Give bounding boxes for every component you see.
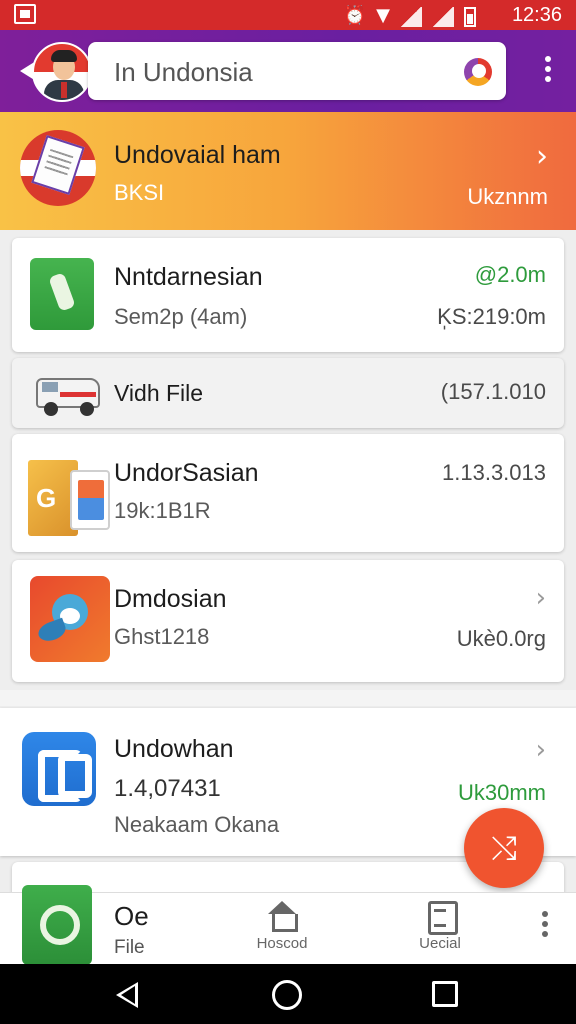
featured-document-icon bbox=[20, 130, 96, 206]
system-navigation-bar bbox=[0, 964, 576, 1024]
bottom-navigation: Oe File Hoscod Uecial bbox=[0, 885, 576, 965]
search-input[interactable]: In Undonsia bbox=[88, 42, 506, 100]
tab-label: Uecial bbox=[419, 935, 461, 952]
tab-home[interactable]: Hoscod bbox=[242, 901, 322, 953]
system-home-icon[interactable] bbox=[272, 980, 302, 1010]
item-meta: Uk30mm bbox=[457, 780, 546, 805]
tab-special[interactable]: Uecial bbox=[400, 901, 480, 953]
list-item[interactable]: Dmdosian Ghst1218 › Ukè0.0rg bbox=[12, 560, 564, 682]
brand-logo-icon bbox=[464, 58, 492, 86]
signal-icon-2 bbox=[432, 7, 454, 27]
system-back-icon[interactable] bbox=[116, 982, 138, 1008]
item-title: Undowhan bbox=[114, 735, 234, 763]
home-icon bbox=[265, 901, 299, 932]
overflow-menu-icon[interactable] bbox=[542, 56, 554, 88]
package-icon: G bbox=[28, 454, 112, 536]
divider bbox=[0, 690, 576, 706]
featured-banner[interactable]: Undovaial ham BKSI › Ukznnm bbox=[0, 112, 576, 230]
item-title: Nntdarnesian bbox=[114, 263, 263, 291]
signal-icon bbox=[400, 7, 422, 27]
item-meta: 1.13.3.013 bbox=[442, 460, 546, 485]
app-green-icon[interactable] bbox=[22, 885, 92, 965]
list-item[interactable]: Nntdarnesian Sem2p (4am) @2.0m K̩S:219:0… bbox=[12, 238, 564, 352]
item-subtitle: Sem2p (4am) bbox=[114, 304, 248, 329]
avatar[interactable] bbox=[32, 42, 92, 102]
tab-label: Hoscod bbox=[256, 935, 308, 952]
chevron-right-icon: › bbox=[536, 139, 548, 174]
app-green-icon bbox=[30, 258, 94, 330]
battery-icon bbox=[464, 7, 476, 27]
document-icon bbox=[423, 901, 458, 935]
item-subtitle: Ghst1218 bbox=[114, 624, 210, 649]
item-meta-top: @2.0m bbox=[474, 262, 546, 287]
list-item[interactable]: Vidh File (157.1.010 bbox=[12, 358, 564, 428]
item-title: Vidh File bbox=[114, 380, 204, 406]
app-blue-icon bbox=[22, 732, 96, 806]
featured-meta: Ukznnm bbox=[467, 184, 548, 209]
alarm-icon: ⏰ bbox=[343, 5, 367, 26]
chevron-right-icon: › bbox=[535, 583, 546, 613]
wifi-icon: ▼ bbox=[376, 5, 390, 26]
item-meta: Ukè0.0rg bbox=[456, 626, 546, 651]
status-bar: ⏰ ▼ 12:36 bbox=[0, 0, 576, 30]
more-options-icon[interactable] bbox=[542, 911, 550, 941]
chevron-right-icon: › bbox=[535, 735, 546, 765]
status-icons: ⏰ ▼ bbox=[344, 3, 476, 27]
floating-action-button[interactable]: ⤭ bbox=[464, 808, 544, 888]
item-subtitle: 19k:1B1R bbox=[114, 498, 211, 523]
notification-icon bbox=[14, 4, 36, 24]
van-icon bbox=[36, 372, 106, 416]
nav-app-subtitle: File bbox=[114, 937, 145, 958]
shuffle-icon: ⤭ bbox=[491, 829, 517, 867]
list-item[interactable]: G UndorSasian 19k:1B1R 1.13.3.013 bbox=[12, 434, 564, 552]
bird-app-icon bbox=[30, 576, 110, 662]
featured-title: Undovaial ham bbox=[114, 141, 281, 169]
item-title: Dmdosian bbox=[114, 585, 227, 613]
system-recents-icon[interactable] bbox=[432, 981, 458, 1007]
item-subtitle: 1.4,07431 bbox=[114, 775, 221, 802]
status-time: 12:36 bbox=[511, 4, 562, 26]
nav-app-title: Oe bbox=[114, 901, 149, 931]
app-header: In Undonsia bbox=[0, 30, 576, 112]
featured-subtitle: BKSI bbox=[114, 180, 165, 205]
search-text: In Undonsia bbox=[114, 57, 253, 87]
item-meta-bottom: K̩S:219:0m bbox=[437, 304, 546, 329]
item-meta: (157.1.010 bbox=[440, 379, 546, 404]
item-subtitle-secondary: Neakaam Okana bbox=[114, 812, 280, 837]
item-title: UndorSasian bbox=[114, 459, 259, 487]
